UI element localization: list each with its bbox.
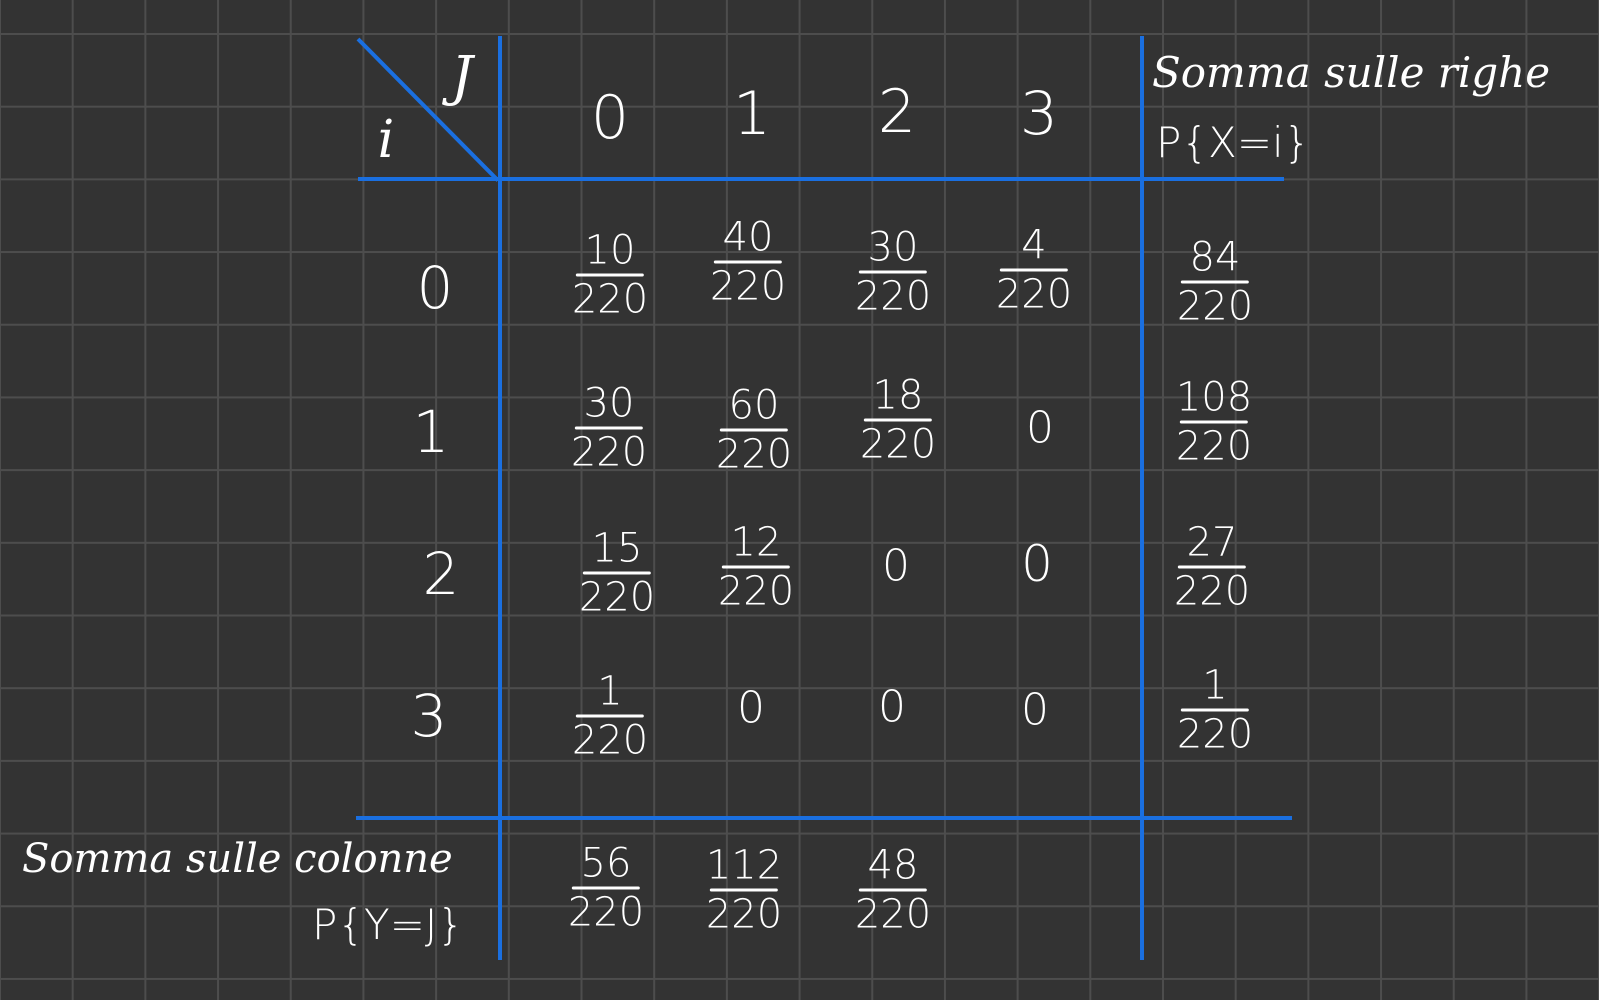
row-header-0: 0 <box>416 254 454 322</box>
right-vertical-line <box>1140 36 1144 960</box>
numerator: 60 <box>728 382 780 429</box>
column-header-0: 0 <box>590 83 630 153</box>
column-sum-0: 56 220 <box>568 843 644 934</box>
denominator: 220 <box>578 574 656 621</box>
numerator: 30 <box>867 224 919 271</box>
numerator: 27 <box>1186 519 1238 566</box>
denominator: 220 <box>1175 423 1253 470</box>
numerator: 48 <box>867 842 919 889</box>
numerator: 15 <box>591 525 643 572</box>
cell-1-0: 30 220 <box>571 383 647 474</box>
numerator: 40 <box>722 214 774 261</box>
numerator: 56 <box>580 840 632 887</box>
column-sum-2: 48 220 <box>855 845 931 936</box>
denominator: 220 <box>571 717 649 764</box>
numerator: 112 <box>705 842 783 889</box>
numerator: 12 <box>730 519 782 566</box>
cell-0-3: 4 220 <box>996 225 1072 316</box>
row-header-1: 1 <box>412 398 450 466</box>
denominator: 220 <box>717 568 795 615</box>
column-sum-1: 112 220 <box>706 845 782 936</box>
column-header-3: 3 <box>1019 79 1059 149</box>
denominator: 220 <box>570 429 648 476</box>
column-variable-label: J <box>451 44 473 108</box>
row-sum-3: 1 220 <box>1177 665 1253 756</box>
notebook-sheet: J i 0 1 2 3 Somma sulle righe P{X=i} 0 1… <box>0 0 1599 1000</box>
column-header-2: 2 <box>877 77 917 147</box>
row-sum-2: 27 220 <box>1174 522 1250 613</box>
column-header-1: 1 <box>732 79 772 149</box>
column-sum-title: Somma sulle colonne <box>22 836 453 882</box>
denominator: 220 <box>709 263 787 310</box>
cell-2-1: 12 220 <box>718 522 794 613</box>
cell-0-0: 10 220 <box>572 230 648 321</box>
cell-3-0: 1 220 <box>572 671 648 762</box>
denominator: 220 <box>567 889 645 936</box>
cell-0-2: 30 220 <box>855 227 931 318</box>
row-sum-0: 84 220 <box>1177 237 1253 328</box>
numerator: 30 <box>583 380 635 427</box>
denominator: 220 <box>854 891 932 938</box>
numerator: 84 <box>1189 234 1241 281</box>
row-variable-label: i <box>377 110 395 170</box>
cell-3-1: 0 <box>737 682 765 734</box>
denominator: 220 <box>1176 283 1254 330</box>
cell-2-3: 0 <box>1021 535 1053 593</box>
left-vertical-line <box>498 36 502 960</box>
cell-3-2: 0 <box>878 681 906 733</box>
cell-1-3: 0 <box>1026 402 1054 454</box>
denominator: 220 <box>995 271 1073 318</box>
numerator: 18 <box>872 372 924 419</box>
numerator: 4 <box>1021 222 1047 269</box>
denominator: 220 <box>1173 568 1251 615</box>
cell-1-1: 60 220 <box>716 385 792 476</box>
row-sum-1: 108 220 <box>1176 377 1252 468</box>
denominator: 220 <box>859 421 937 468</box>
denominator: 220 <box>705 891 783 938</box>
numerator: 1 <box>1202 662 1228 709</box>
denominator: 220 <box>854 273 932 320</box>
footer-horizontal-line <box>356 816 1292 820</box>
column-sum-formula: P{Y=J} <box>312 900 465 949</box>
numerator: 10 <box>584 227 636 274</box>
numerator: 1 <box>597 668 623 715</box>
cell-2-2: 0 <box>882 540 910 592</box>
denominator: 220 <box>1176 711 1254 758</box>
numerator: 108 <box>1175 374 1253 421</box>
denominator: 220 <box>571 276 649 323</box>
row-header-2: 2 <box>422 540 460 608</box>
cell-2-0: 15 220 <box>579 528 655 619</box>
row-header-3: 3 <box>410 682 448 750</box>
row-sum-formula: P{X=i} <box>1156 118 1311 167</box>
cell-3-3: 0 <box>1021 684 1049 736</box>
row-sum-title: Somma sulle righe <box>1152 48 1551 97</box>
denominator: 220 <box>715 431 793 478</box>
cell-0-1: 40 220 <box>710 217 786 308</box>
cell-1-2: 18 220 <box>860 375 936 466</box>
